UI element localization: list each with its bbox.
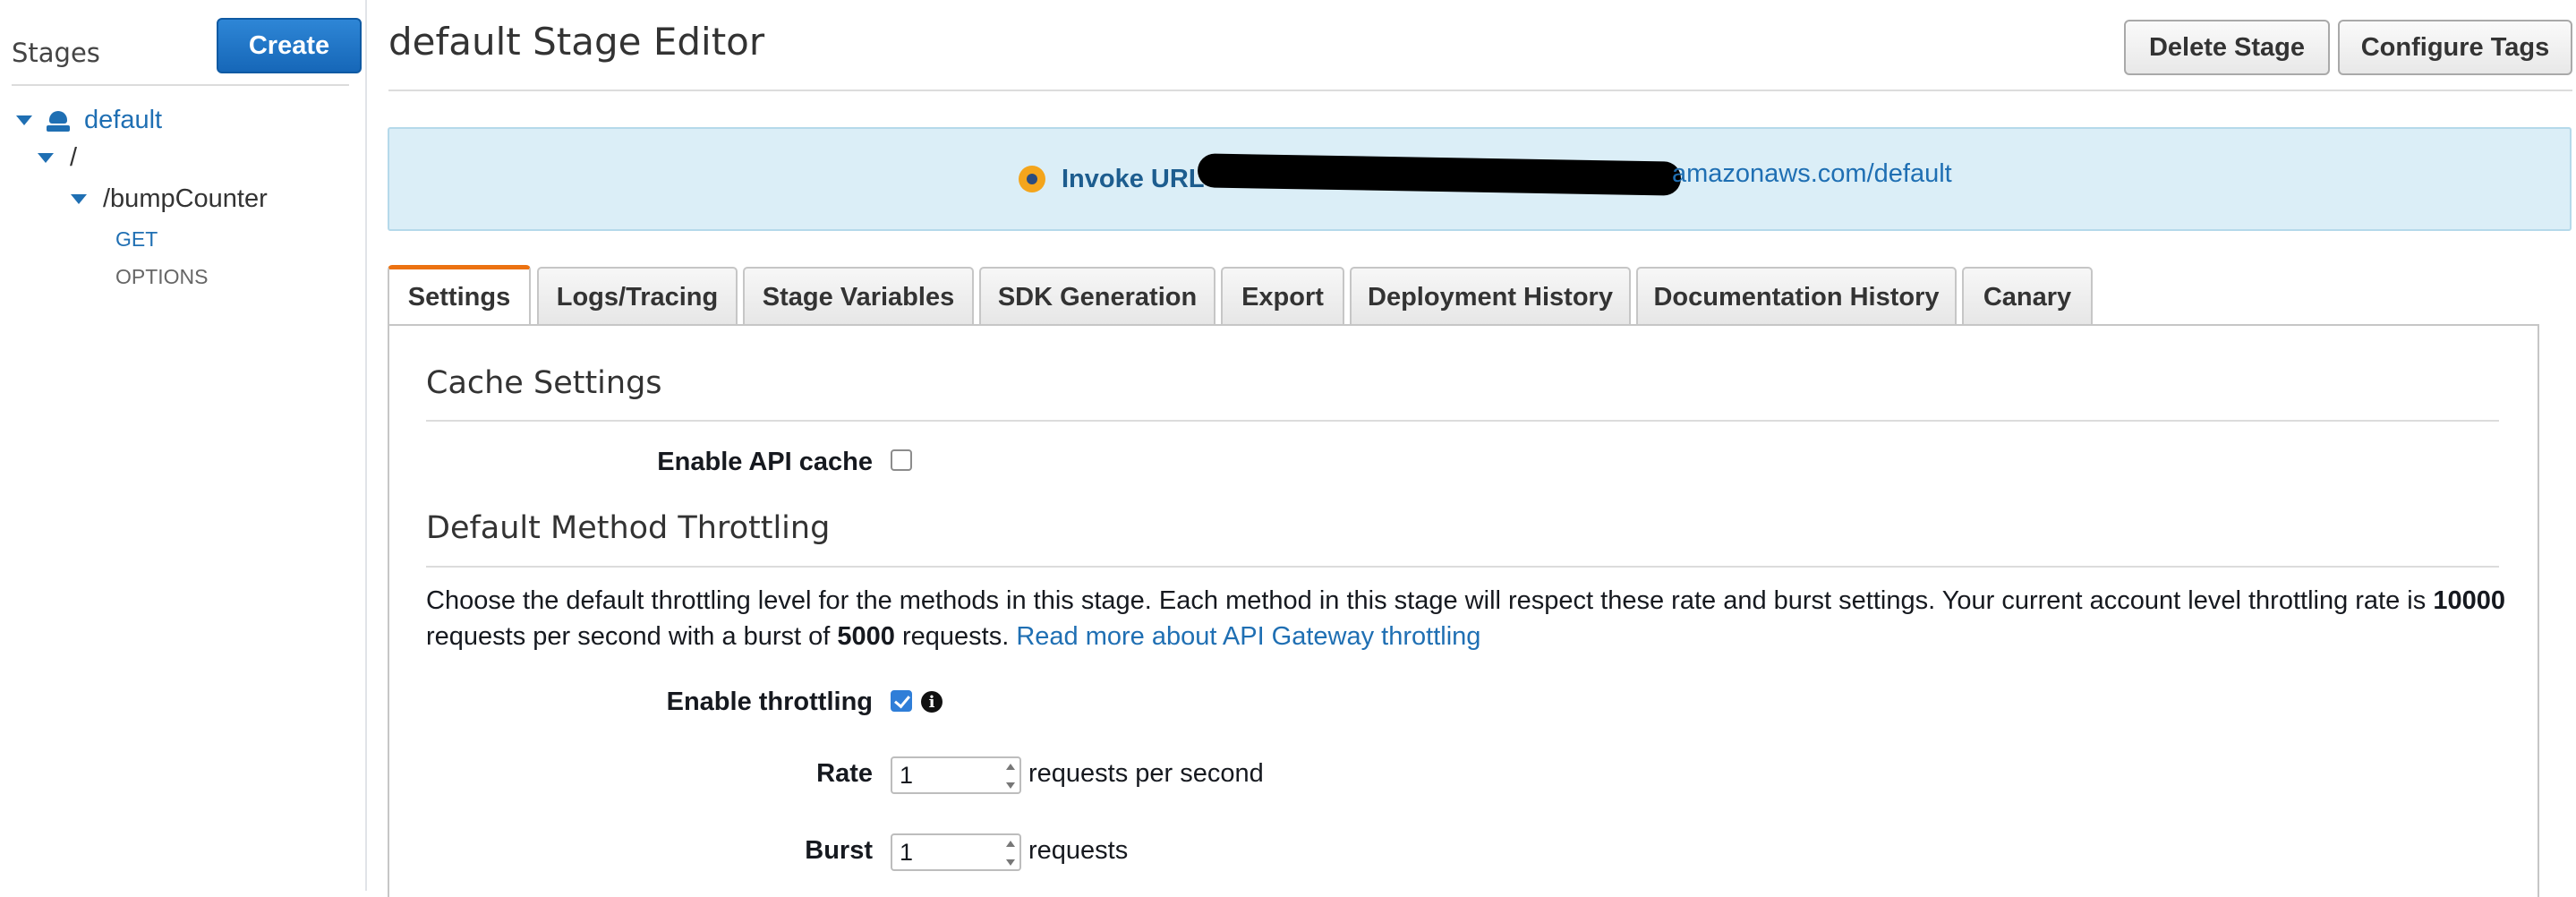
tab-documentation-history[interactable]: Documentation History <box>1636 267 1957 326</box>
rate-label: Rate <box>816 759 873 788</box>
enable-throttling-checkbox[interactable] <box>891 690 912 712</box>
delete-stage-button[interactable]: Delete Stage <box>2124 20 2330 75</box>
chevron-down-icon[interactable] <box>38 153 54 163</box>
invoke-url-label: Invoke URL <box>1062 164 1205 193</box>
tree-label-root[interactable]: / <box>70 143 77 173</box>
stage-icon <box>47 109 70 132</box>
page-title: default Stage Editor <box>388 20 765 64</box>
chevron-down-icon[interactable] <box>16 115 32 125</box>
account-burst-limit: 5000 <box>837 622 895 651</box>
tab-export[interactable]: Export <box>1221 267 1344 326</box>
tree-label-resource[interactable]: /bumpCounter <box>103 184 268 214</box>
burst-input[interactable]: 1 <box>891 833 1021 871</box>
tree-item-stage[interactable]: default <box>16 106 162 135</box>
method-label-get[interactable]: GET <box>115 227 158 252</box>
tree-item-method-get[interactable]: GET <box>115 227 158 252</box>
tree-item-resource[interactable]: /bumpCounter <box>71 184 268 214</box>
tree-item-method-options[interactable]: OPTIONS <box>115 265 209 289</box>
throttling-description: Choose the default throttling level for … <box>426 583 2521 654</box>
invoke-status-icon <box>1019 166 1045 192</box>
sidebar-title: Stages <box>12 38 100 68</box>
burst-value: 1 <box>900 838 914 866</box>
throttling-docs-link[interactable]: Read more about API Gateway throttling <box>1016 622 1480 651</box>
tree-item-root[interactable]: / <box>38 143 77 173</box>
cache-section-divider <box>426 420 2499 422</box>
tab-canary[interactable]: Canary <box>1962 267 2093 326</box>
account-rate-limit: 10000 <box>2433 586 2505 615</box>
throttling-section-divider <box>426 566 2499 568</box>
desc-text-2: requests per second with a burst of <box>426 622 838 651</box>
rate-input[interactable]: 1 <box>891 756 1021 794</box>
rate-value: 1 <box>900 761 914 789</box>
rate-stepper-icon[interactable] <box>1005 764 1016 789</box>
rate-unit: requests per second <box>1028 759 1264 788</box>
desc-text-1: Choose the default throttling level for … <box>426 586 2434 615</box>
enable-api-cache-label: Enable API cache <box>657 448 873 476</box>
sidebar-header: Stages Create <box>12 18 362 86</box>
configure-tags-button[interactable]: Configure Tags <box>2338 20 2572 75</box>
method-label-options[interactable]: OPTIONS <box>115 265 209 289</box>
create-button[interactable]: Create <box>217 18 362 73</box>
throttling-title: Default Method Throttling <box>426 510 831 546</box>
stages-sidebar: Stages Create default / /bumpCounter GET… <box>0 0 367 891</box>
chevron-down-icon[interactable] <box>71 194 87 204</box>
burst-unit: requests <box>1028 836 1129 865</box>
burst-stepper-icon[interactable] <box>1005 841 1016 866</box>
burst-label: Burst <box>805 836 873 865</box>
tab-deployment-history[interactable]: Deployment History <box>1350 267 1631 326</box>
enable-throttling-label: Enable throttling <box>666 688 873 716</box>
tab-settings[interactable]: Settings <box>388 265 531 326</box>
desc-text-3: requests. <box>894 622 1017 651</box>
tab-sdk-generation[interactable]: SDK Generation <box>979 267 1215 326</box>
invoke-url-link[interactable]: amazonaws.com/default <box>1672 159 1952 189</box>
title-divider <box>388 90 2572 91</box>
info-icon[interactable]: i <box>921 691 943 713</box>
tab-logs-tracing[interactable]: Logs/Tracing <box>537 267 738 326</box>
tree-label-stage[interactable]: default <box>84 106 162 135</box>
cache-settings-title: Cache Settings <box>426 365 662 401</box>
enable-api-cache-checkbox[interactable] <box>891 449 912 471</box>
tab-stage-variables[interactable]: Stage Variables <box>743 267 974 326</box>
